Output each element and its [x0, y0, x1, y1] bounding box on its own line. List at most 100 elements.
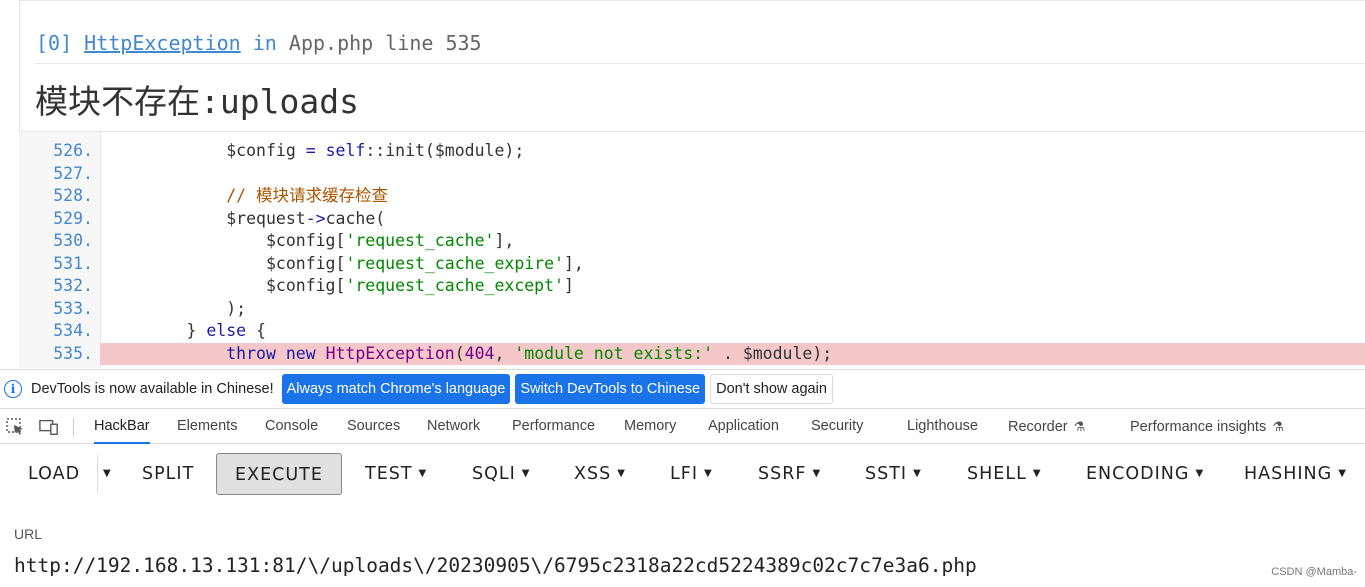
tab-recorder[interactable]: Recorder ⚗	[1008, 410, 1085, 444]
switch-chinese-button[interactable]: Switch DevTools to Chinese	[515, 374, 706, 404]
shell-button[interactable]: SHELL ▼	[967, 453, 1042, 495]
line-number: 528.	[53, 186, 93, 205]
code-line: 528. // 模块请求缓存检查	[19, 185, 1365, 208]
code-line: 527.	[19, 163, 1365, 186]
tab-label: Performance	[512, 418, 596, 434]
tab-label: Console	[265, 418, 319, 434]
dropdown-caret-icon: ▼	[1032, 468, 1042, 479]
code-line: 533. );	[19, 298, 1365, 321]
button-label: SSRF	[758, 464, 807, 484]
dropdown-caret-icon: ▼	[103, 468, 112, 479]
exception-line-label: line	[385, 31, 434, 55]
line-source: } else {	[186, 321, 266, 340]
exception-location: [0] HttpException in App.php line 535	[36, 31, 482, 55]
tab-label: Lighthouse	[907, 418, 978, 434]
line-number: 530.	[53, 231, 93, 250]
line-source: $config = self::init($module);	[226, 141, 525, 160]
tab-security[interactable]: Security	[811, 410, 863, 444]
ssrf-button[interactable]: SSRF ▼	[758, 453, 821, 495]
line-number: 527.	[53, 163, 93, 183]
tab-label: Security	[811, 418, 864, 434]
line-source: $config['request_cache_except']	[265, 276, 574, 295]
button-label: SHELL	[967, 464, 1027, 484]
button-label: HASHING	[1244, 464, 1333, 484]
tab-label: Elements	[177, 418, 238, 434]
button-label: ENCODING	[1086, 464, 1190, 484]
tab-application[interactable]: Application	[708, 410, 779, 444]
lfi-button[interactable]: LFI ▼	[670, 453, 713, 495]
button-label: SSTI	[865, 464, 908, 484]
tab-elements[interactable]: Elements	[177, 410, 237, 444]
line-source: );	[226, 298, 247, 318]
devtools-tabbar: HackBar Elements Console Sources Network Perf…	[0, 410, 1365, 444]
button-label: LOAD	[28, 464, 81, 484]
match-language-button[interactable]: Always match Chrome's language	[281, 374, 511, 404]
infobar-message: DevTools is now available in Chinese!	[31, 381, 274, 397]
exception-message: 模块不存在:uploads	[35, 82, 359, 121]
tab-separator	[73, 418, 74, 436]
code-line: 532. $config['request_cache_except']	[19, 275, 1365, 298]
exception-class-link[interactable]: HttpException	[84, 31, 241, 55]
tab-memory[interactable]: Memory	[624, 410, 676, 444]
tab-label: Performance insights	[1130, 419, 1267, 435]
execute-button[interactable]: EXECUTE	[216, 453, 342, 495]
url-input[interactable]: http://192.168.13.131:81/\/uploads\/2023…	[14, 554, 977, 577]
device-toolbar-icon[interactable]	[39, 418, 59, 436]
split-button[interactable]: SPLIT	[142, 453, 194, 495]
button-label: SQLI	[472, 464, 516, 484]
dropdown-caret-icon: ▼	[521, 468, 531, 479]
tab-label: Network	[427, 418, 481, 434]
code-line: 529. $request->cache(	[19, 208, 1365, 231]
divider	[36, 63, 1365, 64]
tab-lighthouse[interactable]: Lighthouse	[907, 410, 978, 444]
code-line: 526. $config = self::init($module);	[19, 140, 1365, 163]
encoding-button[interactable]: ENCODING ▼	[1086, 453, 1204, 495]
dropdown-caret-icon: ▼	[703, 468, 713, 479]
line-source: throw new HttpException(404, 'module not…	[226, 343, 833, 363]
load-button[interactable]: LOAD	[28, 453, 80, 495]
exception-in-label: in	[252, 31, 277, 55]
source-code-panel: 526. $config = self::init($module); 527. 5…	[19, 131, 1365, 368]
tab-console[interactable]: Console	[265, 410, 318, 444]
tab-label: Application	[708, 418, 779, 434]
url-label: URL	[14, 526, 43, 542]
tab-network[interactable]: Network	[427, 410, 480, 444]
load-dropdown-button[interactable]: ▼	[103, 453, 112, 495]
hackbar-panel: LOAD SPLIT EXECUTE TEST ▼ SQLI ▼ XSS ▼ LFI ▼ SSRF ▼ S…	[0, 445, 1365, 587]
inspect-element-icon[interactable]	[6, 418, 26, 436]
info-icon: i	[4, 380, 22, 398]
line-source: $config['request_cache_expire'],	[265, 253, 584, 273]
exception-line: 535	[445, 31, 482, 55]
experimental-flask-icon: ⚗	[1272, 419, 1284, 434]
tab-hackbar[interactable]: HackBar	[94, 410, 150, 444]
test-button[interactable]: TEST ▼	[365, 453, 427, 495]
line-number: 529.	[53, 208, 93, 228]
tab-sources[interactable]: Sources	[347, 410, 400, 444]
line-number: 531.	[53, 253, 93, 273]
exception-header: [0] HttpException in App.php line 535 模块…	[19, 0, 1365, 131]
dropdown-caret-icon: ▼	[812, 468, 822, 479]
button-label: TEST	[365, 464, 413, 484]
button-label: XSS	[574, 464, 612, 484]
button-label: LFI	[670, 464, 698, 484]
line-number: 533.	[53, 298, 93, 318]
ssti-button[interactable]: SSTI ▼	[865, 453, 922, 495]
tab-label: Recorder	[1008, 419, 1068, 435]
tab-label: Sources	[347, 418, 401, 434]
dont-show-again-button[interactable]: Don't show again	[710, 374, 833, 404]
xss-button[interactable]: XSS ▼	[574, 453, 626, 495]
dropdown-caret-icon: ▼	[418, 468, 428, 479]
line-source: // 模块请求缓存检查	[226, 186, 389, 205]
sqli-button[interactable]: SQLI ▼	[472, 453, 531, 495]
dropdown-caret-icon: ▼	[1195, 468, 1205, 479]
line-source: $config['request_cache'],	[265, 231, 515, 250]
tab-performance[interactable]: Performance	[512, 410, 595, 444]
exception-index: [0]	[36, 31, 73, 55]
line-source: $request->cache(	[226, 208, 386, 228]
button-label: SPLIT	[142, 464, 195, 484]
line-number: 535.	[53, 343, 93, 363]
devtools-language-infobar: i DevTools is now available in Chinese! …	[0, 369, 1365, 409]
tab-performance-insights[interactable]: Performance insights ⚗	[1130, 410, 1284, 444]
code-line-error: 535. throw new HttpException(404, 'modul…	[19, 342, 1365, 365]
hashing-button[interactable]: HASHING ▼	[1244, 453, 1347, 495]
